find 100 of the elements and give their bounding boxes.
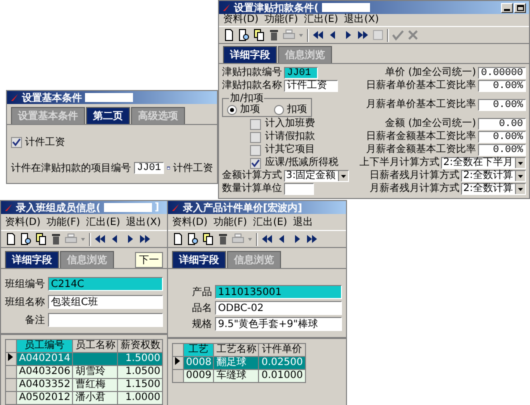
menu-item[interactable]: 汇出(E) — [86, 215, 120, 229]
row-pointer-icon — [8, 353, 13, 361]
radio-button[interactable] — [227, 104, 237, 114]
new-document-icon[interactable] — [172, 233, 184, 245]
table-cell: A0403352 — [19, 379, 70, 390]
field-label: 日薪者单价基本工资比率 — [366, 80, 476, 92]
print-preview-icon[interactable] — [238, 29, 250, 41]
input-field[interactable]: C214C — [48, 277, 163, 291]
input-field[interactable]: 0.00% — [478, 144, 526, 156]
table-row[interactable]: A0403352 曹红梅 1.1500 — [6, 378, 163, 392]
copy-icon[interactable] — [202, 233, 214, 245]
table-cell: 0.02500 — [261, 357, 303, 368]
trash-icon[interactable] — [50, 233, 62, 245]
dropdown[interactable]: 3:固定金额 — [284, 170, 349, 182]
field-label: 规格 — [191, 318, 212, 331]
table-row[interactable]: 0008 翻足球 0.02500 — [172, 356, 306, 370]
dropdown-arrow-icon — [518, 162, 523, 164]
checkbox[interactable] — [250, 144, 261, 156]
checkbox[interactable] — [250, 118, 261, 130]
menu-item[interactable]: 资料(D) — [223, 14, 259, 26]
last-record-icon[interactable] — [139, 233, 151, 245]
input-field[interactable]: JJ01 — [284, 67, 318, 79]
first-record-icon[interactable] — [312, 29, 324, 41]
dropdown[interactable]: 2:全数在下半月 — [441, 157, 526, 169]
group-title: 加/扣项 — [229, 93, 264, 104]
menu-item[interactable]: 资料(D) — [5, 215, 41, 229]
table-row[interactable]: A0402014 1.5000 — [6, 352, 163, 366]
input-field[interactable]: 包装组C班 — [48, 295, 163, 309]
table-row[interactable]: 0009 车缝球 0.01000 — [172, 370, 306, 382]
field-label: 上下半月计算方式 — [359, 157, 440, 169]
column-header[interactable]: 计件单价 — [258, 344, 306, 356]
lookup-icon[interactable] — [167, 164, 170, 172]
table-cell: A0402014 — [19, 353, 70, 364]
input-field[interactable]: 0.00% — [478, 80, 526, 92]
last-record-icon[interactable] — [306, 233, 318, 245]
menu-item[interactable]: 退出(X) — [126, 215, 161, 229]
checkbox[interactable] — [11, 136, 22, 148]
checkbox[interactable] — [250, 132, 261, 142]
menu-item[interactable]: 退出(X) — [344, 14, 379, 26]
input-field[interactable]: 0.00000 — [478, 67, 526, 79]
input-field[interactable] — [284, 183, 314, 195]
trash-icon[interactable] — [268, 29, 280, 41]
column-header[interactable]: 工艺 — [184, 344, 214, 356]
input-field[interactable]: ODBC-02 — [215, 301, 342, 315]
menu-item[interactable]: 功能(F) — [46, 215, 80, 229]
input-field[interactable]: 9.5"黄色手套+9"棒球 — [215, 317, 342, 331]
dropdown-arrow-icon — [340, 174, 346, 178]
input-field[interactable]: 1110135001 — [215, 285, 342, 299]
field-label: 月薪者金额基本工资比率 — [366, 144, 476, 156]
print-preview-icon[interactable] — [187, 233, 199, 245]
menu-item[interactable]: 资料(D) — [172, 215, 208, 229]
item-name: 计件工资 — [173, 162, 213, 175]
field-label: 备注 — [24, 314, 45, 327]
tab[interactable]: 详细字段 — [172, 251, 226, 268]
menu-item[interactable]: 退出 — [293, 215, 314, 229]
tab[interactable]: 详细字段 — [223, 46, 277, 63]
dropdown[interactable]: 2:全数计算 — [461, 183, 526, 195]
radio-label: 加项 — [240, 104, 260, 115]
tab[interactable]: 详细字段 — [5, 251, 59, 268]
input-field[interactable]: 0.00% — [478, 99, 526, 111]
first-record-icon[interactable] — [261, 233, 273, 245]
table-cell: A0502012 — [19, 392, 70, 403]
logo-icon — [10, 93, 19, 102]
menu-item[interactable]: 功能(F) — [264, 14, 298, 26]
input-field[interactable]: 0.00 — [478, 118, 526, 130]
first-record-icon[interactable] — [94, 233, 106, 245]
copy-icon[interactable] — [35, 233, 47, 245]
window-title: 录入班组成员信息( — [16, 202, 101, 214]
next-button[interactable]: 下一 — [135, 252, 163, 268]
table-row[interactable]: A0403206 胡雪玲 1.0500 — [6, 366, 163, 378]
input-field[interactable]: JJ01 — [134, 162, 164, 174]
column-header[interactable]: 薪资权数 — [118, 340, 163, 352]
column-header[interactable]: 员工编号 — [16, 340, 73, 352]
input-field[interactable] — [48, 313, 163, 327]
column-header[interactable]: 员工名称 — [72, 340, 118, 352]
new-document-icon[interactable] — [223, 29, 235, 41]
menu-item[interactable]: 汇出(E) — [253, 215, 288, 229]
logo-icon — [222, 3, 231, 12]
menu-item[interactable]: 汇出(E) — [304, 14, 338, 26]
radio-button[interactable] — [274, 104, 284, 114]
field-label: 日薪者残月计算方式 — [369, 170, 460, 182]
input-field[interactable]: 计件工资 — [284, 80, 338, 92]
minimize-button[interactable] — [501, 2, 513, 12]
maximize-button[interactable] — [514, 2, 526, 12]
last-record-icon[interactable] — [357, 29, 369, 41]
trash-icon[interactable] — [217, 233, 229, 245]
dropdown[interactable]: 2:全数计算 — [461, 170, 526, 182]
table-row[interactable]: A0502012 潘小君 1.0000 — [6, 392, 163, 404]
new-document-icon[interactable] — [5, 233, 17, 245]
row-pointer-icon — [175, 357, 180, 365]
tab[interactable]: 第二页 — [86, 107, 130, 124]
checkbox[interactable] — [250, 158, 261, 168]
column-header[interactable]: 工艺名称 — [214, 344, 259, 356]
field-label: 班组编号 — [5, 278, 45, 291]
menu-item[interactable]: 功能(F) — [214, 215, 248, 229]
input-field[interactable]: 0.00% — [478, 131, 526, 143]
copy-icon[interactable] — [253, 29, 265, 41]
print-preview-icon[interactable] — [20, 233, 32, 245]
check-icon[interactable] — [392, 29, 404, 41]
table-cell: 翻足球 — [216, 357, 246, 368]
